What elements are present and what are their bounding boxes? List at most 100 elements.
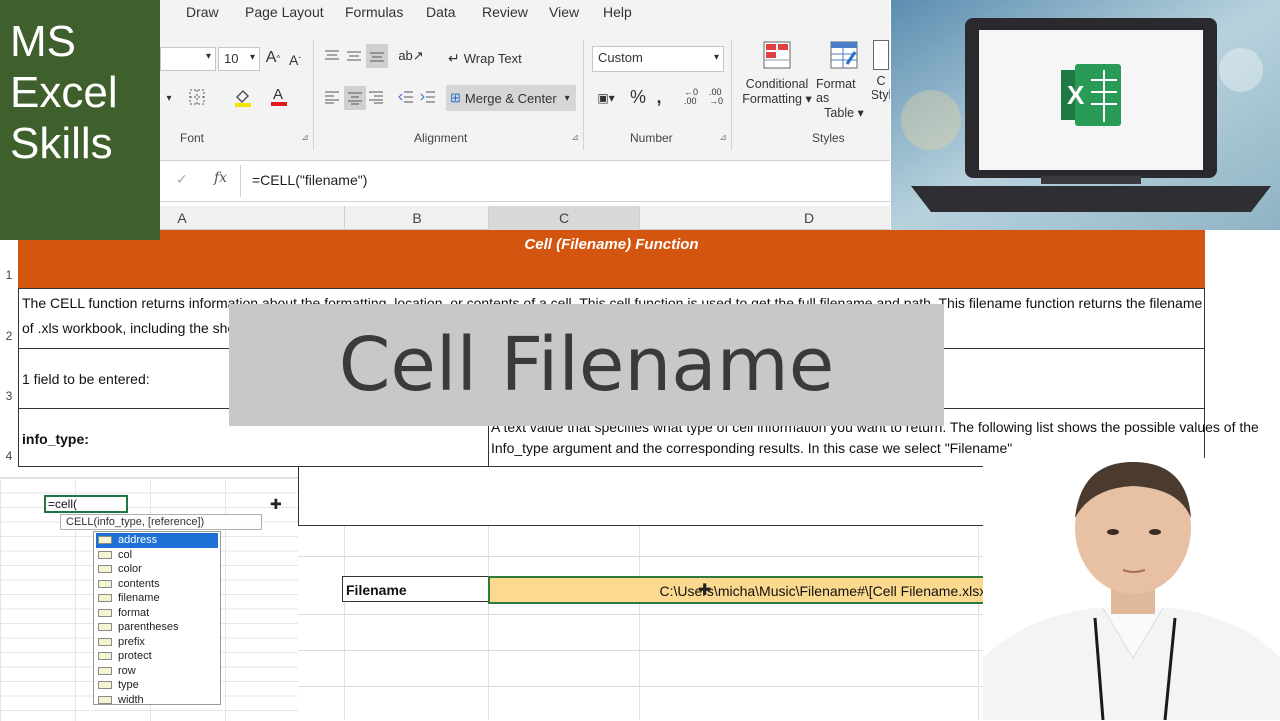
autocomplete-item-col[interactable]: col bbox=[96, 548, 218, 563]
typed-formula: =cell( bbox=[48, 497, 78, 511]
merge-center-button[interactable]: ⊞ Merge & Center ▾ bbox=[446, 85, 576, 111]
format-as-table-button[interactable]: Format as Table ▾ bbox=[816, 40, 872, 122]
row-header-2[interactable]: 2 bbox=[0, 329, 18, 343]
autocomplete-item-prefix[interactable]: prefix bbox=[96, 635, 218, 650]
autocomplete-item-label: filename bbox=[118, 592, 160, 605]
align-bottom-icon[interactable] bbox=[366, 44, 388, 68]
autocomplete-item-protect[interactable]: protect bbox=[96, 649, 218, 664]
wrap-text-button[interactable]: ↵ Wrap Text bbox=[448, 46, 578, 70]
conditional-formatting-icon bbox=[762, 40, 792, 73]
autocomplete-item-filename[interactable]: filename bbox=[96, 591, 218, 606]
align-top-icon[interactable] bbox=[322, 46, 342, 66]
decrease-decimal-icon[interactable]: .00 →0 bbox=[705, 86, 727, 108]
orientation-icon[interactable]: ab↗ bbox=[396, 46, 426, 66]
formula-bar-divider bbox=[240, 165, 241, 197]
column-header-a[interactable]: A bbox=[160, 210, 204, 226]
tab-help[interactable]: Help bbox=[603, 4, 632, 20]
autocomplete-item-color[interactable]: color bbox=[96, 562, 218, 577]
chevron-down-icon: ▾ bbox=[249, 52, 255, 63]
autocomplete-item-label: prefix bbox=[118, 635, 145, 648]
align-middle-icon[interactable] bbox=[344, 46, 364, 66]
function-argument-icon bbox=[98, 695, 112, 704]
percent-style-icon[interactable]: % bbox=[628, 86, 648, 108]
increase-decimal-icon[interactable]: ←0.00 bbox=[680, 86, 702, 108]
borders-icon[interactable] bbox=[186, 86, 208, 108]
autocomplete-item-contents[interactable]: contents bbox=[96, 577, 218, 592]
function-argument-icon bbox=[98, 550, 112, 559]
autocomplete-item-label: width bbox=[118, 693, 144, 706]
presenter-illustration bbox=[983, 458, 1280, 720]
decrease-indent-icon[interactable] bbox=[396, 87, 416, 107]
tab-draw[interactable]: Draw bbox=[186, 4, 219, 20]
function-argument-icon bbox=[98, 608, 112, 617]
conditional-formatting-label-1: Conditional bbox=[745, 77, 809, 91]
chevron-down-icon[interactable]: ▾ bbox=[162, 88, 176, 108]
column-separator bbox=[344, 206, 345, 230]
font-name-select[interactable]: ▾ bbox=[160, 47, 216, 71]
number-format-select[interactable]: Custom ▾ bbox=[592, 46, 724, 72]
font-size-select[interactable]: 10 ▾ bbox=[218, 47, 260, 71]
font-color-icon[interactable]: A bbox=[268, 84, 290, 108]
align-right-icon[interactable] bbox=[366, 87, 386, 107]
conditional-formatting-button[interactable]: Conditional Formatting ▾ bbox=[740, 40, 814, 122]
gridline bbox=[639, 526, 640, 720]
fill-color-icon[interactable] bbox=[232, 86, 254, 108]
function-argument-icon bbox=[98, 652, 112, 661]
accounting-format-icon[interactable]: ▣▾ bbox=[592, 87, 620, 109]
laptop-illustration: X bbox=[891, 0, 1280, 230]
tab-formulas[interactable]: Formulas bbox=[345, 4, 403, 20]
autocomplete-item-label: protect bbox=[118, 650, 152, 663]
tab-review[interactable]: Review bbox=[482, 4, 528, 20]
function-argument-icon bbox=[98, 579, 112, 588]
autocomplete-item-address[interactable]: address bbox=[96, 533, 218, 548]
format-as-table-icon bbox=[829, 40, 859, 73]
dialog-launcher-icon[interactable]: ⊿ bbox=[300, 132, 310, 142]
autocomplete-item-label: format bbox=[118, 606, 150, 619]
increase-indent-icon[interactable] bbox=[418, 87, 438, 107]
insert-function-icon[interactable]: fx bbox=[214, 170, 227, 186]
video-title-banner: Cell Filename bbox=[229, 304, 944, 426]
merge-center-label: Merge & Center bbox=[464, 90, 557, 106]
function-tooltip: CELL(info_type, [reference]) bbox=[60, 514, 262, 530]
tab-data[interactable]: Data bbox=[426, 4, 456, 20]
group-label-styles: Styles bbox=[812, 131, 845, 145]
channel-badge-line-1: MS bbox=[10, 17, 76, 66]
tab-page-layout[interactable]: Page Layout bbox=[245, 4, 324, 20]
info-type-label: info_type: bbox=[22, 431, 89, 447]
row-header-4[interactable]: 4 bbox=[0, 449, 18, 463]
svg-text:A: A bbox=[273, 86, 283, 103]
filename-label-cell[interactable]: Filename bbox=[342, 576, 489, 602]
row-header-3[interactable]: 3 bbox=[0, 389, 18, 403]
column-header-d[interactable]: D bbox=[787, 210, 831, 226]
dialog-launcher-icon[interactable]: ⊿ bbox=[718, 132, 728, 142]
row-header-1[interactable]: 1 bbox=[0, 268, 18, 282]
cell-styles-button[interactable]: C Styl bbox=[872, 40, 890, 122]
check-icon[interactable]: ✓ bbox=[176, 171, 188, 188]
format-as-table-label-1: Format as bbox=[816, 77, 856, 105]
channel-badge-line-3: Skills bbox=[10, 119, 113, 168]
comma-style-icon[interactable]: , bbox=[652, 86, 666, 108]
tab-view[interactable]: View bbox=[549, 4, 579, 20]
formula-input[interactable]: =CELL("filename") bbox=[252, 172, 367, 188]
align-left-icon[interactable] bbox=[322, 87, 342, 107]
increase-font-size-icon[interactable]: A ^ bbox=[264, 48, 282, 68]
autocomplete-item-label: parentheses bbox=[118, 621, 179, 634]
align-center-icon[interactable] bbox=[344, 86, 366, 110]
cell-styles-icon bbox=[873, 40, 889, 70]
decrease-font-size-icon[interactable]: Aˇ bbox=[286, 50, 304, 70]
column-header-b[interactable]: B bbox=[395, 210, 439, 226]
column-header-c[interactable]: C bbox=[542, 210, 586, 226]
cell-cursor-icon: ✚ bbox=[698, 582, 712, 599]
autocomplete-item-row[interactable]: row bbox=[96, 664, 218, 679]
autocomplete-item-type[interactable]: type bbox=[96, 678, 218, 693]
group-label-number: Number bbox=[630, 131, 673, 145]
format-as-table-label-2: Table ▾ bbox=[824, 106, 864, 120]
sheet-title-banner[interactable]: Cell (Filename) Function bbox=[18, 230, 1205, 288]
cell-cursor-icon: ✚ bbox=[270, 496, 282, 512]
presenter-photo bbox=[983, 458, 1280, 720]
active-cell[interactable]: =cell( bbox=[44, 495, 128, 513]
autocomplete-item-format[interactable]: format bbox=[96, 606, 218, 621]
autocomplete-item-parentheses[interactable]: parentheses bbox=[96, 620, 218, 635]
dialog-launcher-icon[interactable]: ⊿ bbox=[570, 132, 580, 142]
autocomplete-item-width[interactable]: width bbox=[96, 693, 218, 708]
